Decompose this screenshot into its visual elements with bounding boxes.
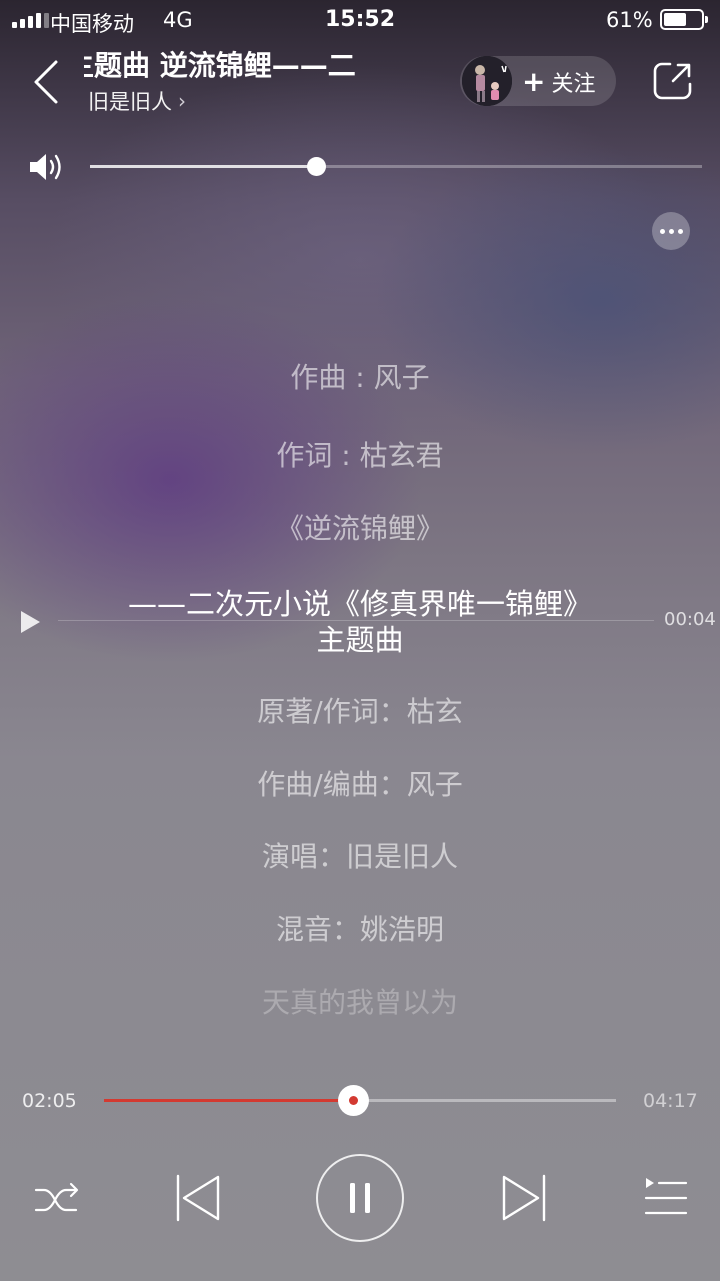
- song-title: 主题曲 逆流锦鲤——二: [84, 49, 356, 82]
- plus-icon: +: [522, 65, 546, 98]
- previous-icon: [176, 1174, 220, 1222]
- next-button[interactable]: [498, 1173, 548, 1223]
- battery-icon: [660, 9, 708, 30]
- lyric-seek-line: [58, 620, 654, 621]
- lyric-line: 天真的我曾以为: [261, 986, 458, 1019]
- speaker-icon[interactable]: [28, 150, 68, 184]
- queue-button[interactable]: [644, 1176, 688, 1220]
- volume-fill: [90, 165, 317, 168]
- next-icon: [502, 1174, 546, 1222]
- queue-icon: [644, 1178, 688, 1215]
- battery-percent: 61%: [606, 8, 653, 32]
- lyric-line: 作曲/编曲：风子: [257, 768, 463, 801]
- chevron-right-icon: ›: [178, 89, 186, 113]
- lyric-line-current: ——二次元小说《修真界唯一锦鲤》: [127, 587, 592, 621]
- artist-name: 旧是旧人: [88, 90, 172, 114]
- progress-knob[interactable]: [337, 1085, 369, 1116]
- progress-fill: [104, 1099, 353, 1102]
- back-button[interactable]: [28, 58, 68, 106]
- current-time: 02:05: [22, 1090, 77, 1112]
- lyric-line-current: 主题曲: [316, 623, 404, 657]
- song-title-marquee: 主题曲 逆流锦鲤——二: [84, 46, 426, 86]
- shuffle-button[interactable]: [34, 1172, 80, 1228]
- lyric-line: 作词 : 枯玄君: [276, 439, 444, 472]
- total-time: 04:17: [643, 1090, 698, 1112]
- more-options-button[interactable]: [652, 212, 690, 250]
- follow-label-group: + 关注: [522, 66, 595, 98]
- pause-button[interactable]: [316, 1154, 404, 1242]
- volume-knob[interactable]: [307, 157, 327, 176]
- lyric-line: 《逆流锦鲤》: [275, 512, 444, 545]
- avatar[interactable]: [462, 56, 512, 106]
- lyric-line: 原著/作词：枯玄: [257, 695, 463, 728]
- lyric-seek-play-button[interactable]: [18, 610, 42, 634]
- artist-link[interactable]: 旧是旧人 ›: [88, 86, 186, 116]
- back-icon: [34, 60, 58, 104]
- lyric-line: 作曲 : 风子: [290, 361, 430, 394]
- status-bar: 中国移动 4G 15:52 61%: [0, 0, 720, 40]
- play-icon: [21, 611, 40, 633]
- more-dots-icon: [659, 228, 665, 234]
- lyric-seek-time: 00:04: [664, 609, 716, 630]
- shuffle-icon: [34, 1182, 79, 1212]
- share-icon: [653, 62, 692, 100]
- pause-icon: [350, 1183, 370, 1213]
- previous-button[interactable]: [174, 1173, 224, 1223]
- share-button[interactable]: [652, 60, 694, 102]
- follow-label: 关注: [551, 72, 596, 97]
- lyric-line: 混音：姚浩明: [275, 913, 444, 946]
- lyric-line: 演唱：旧是旧人: [261, 840, 458, 873]
